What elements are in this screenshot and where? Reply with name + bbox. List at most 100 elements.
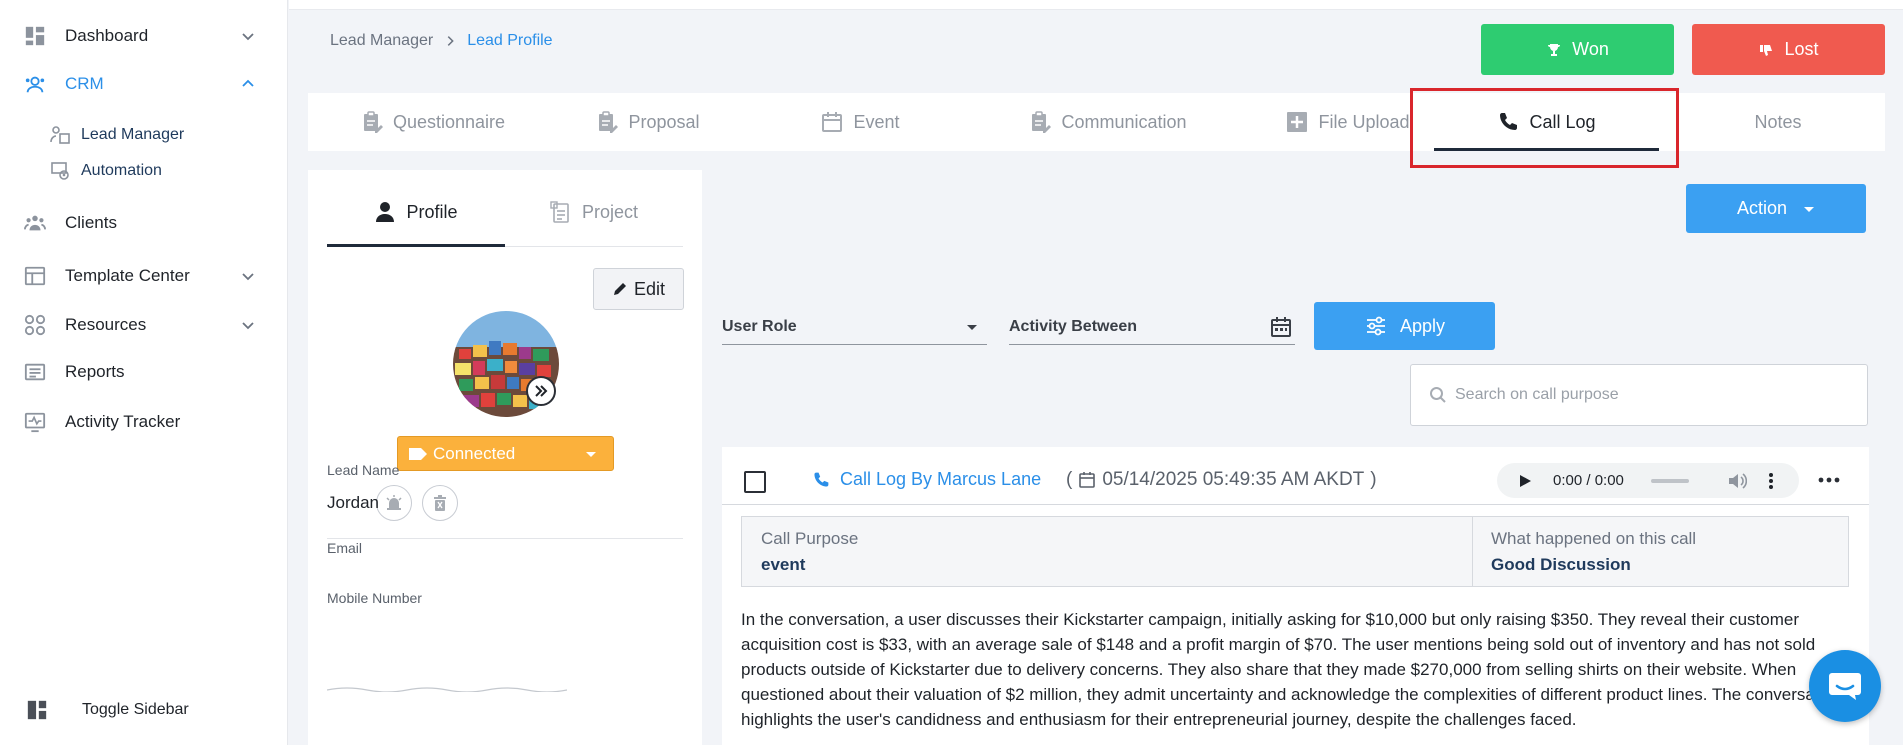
tag-icon: [409, 447, 427, 460]
trash-icon: [434, 495, 446, 511]
sidebar-item-template-center[interactable]: Template Center: [0, 256, 288, 296]
user-role-select[interactable]: User Role: [722, 310, 987, 345]
delete-button[interactable]: [422, 485, 458, 521]
action-label: Action: [1736, 198, 1788, 218]
tab-call-log[interactable]: Call Log: [1434, 93, 1659, 151]
paren-open: (: [1066, 469, 1073, 490]
sidebar-item-label: Template Center: [65, 266, 190, 285]
lost-button[interactable]: Lost: [1692, 24, 1885, 75]
pencil-icon: [613, 283, 626, 295]
lead-name-label: Lead Name: [327, 462, 400, 478]
sidebar-item-dashboard[interactable]: Dashboard: [0, 16, 288, 56]
sidebar-item-lead-manager[interactable]: Lead Manager: [0, 119, 288, 151]
toggle-sidebar-label: Toggle Sidebar: [82, 701, 189, 718]
sidebar-item-label: Resources: [65, 315, 147, 334]
sliders-icon: [1366, 316, 1385, 336]
play-icon[interactable]: [1517, 473, 1533, 489]
call-purpose-value: event: [761, 555, 806, 574]
activity-between-field[interactable]: Activity Between: [1009, 310, 1295, 345]
sidebar-item-automation[interactable]: Automation: [0, 155, 288, 187]
trophy-icon: [1548, 43, 1561, 56]
tab-project[interactable]: Project: [505, 192, 683, 232]
alarm-icon: [386, 495, 402, 510]
communication-icon: [1032, 111, 1052, 133]
sidebar-item-label: Automation: [81, 162, 162, 179]
tab-proposal[interactable]: Proposal: [558, 93, 738, 151]
email-label: Email: [327, 540, 363, 556]
top-bar: [289, 0, 1903, 10]
apply-button[interactable]: Apply: [1314, 302, 1495, 350]
tab-label: File Upload: [1318, 111, 1410, 132]
activity-between-label: Activity Between: [1009, 318, 1138, 335]
breadcrumb-lead-profile[interactable]: Lead Profile: [467, 32, 552, 50]
lead-status-dropdown[interactable]: Connected: [397, 436, 614, 471]
double-chevron-right-icon: [535, 385, 548, 397]
apply-label: Apply: [1399, 315, 1446, 336]
profile-card: Profile Project Edit Connected Lead Name…: [308, 170, 702, 745]
event-icon: [822, 112, 843, 132]
tab-questionnaire[interactable]: Questionnaire: [328, 93, 538, 151]
tab-divider: [505, 246, 683, 247]
sidebar-item-label: Reports: [65, 362, 125, 381]
call-log-datetime-text: 05/14/2025 05:49:35 AM AKDT: [1102, 469, 1365, 490]
call-log-title-text: Call Log By Marcus Lane: [840, 469, 1042, 489]
audio-progress-slider[interactable]: [1651, 478, 1689, 483]
sidebar-item-clients[interactable]: Clients: [0, 203, 288, 243]
phone-icon: [1500, 113, 1518, 130]
file-upload-icon: [1287, 112, 1308, 132]
call-outcome-label: What happened on this call: [1491, 529, 1697, 548]
call-log-title[interactable]: Call Log By Marcus Lane: [812, 469, 1041, 490]
lead-status-value: Connected: [433, 443, 516, 463]
more-horizontal-icon[interactable]: [1817, 471, 1841, 489]
won-button[interactable]: Won: [1481, 24, 1674, 75]
redacted-email-value: [327, 687, 567, 692]
call-details: Call Purpose event What happened on this…: [741, 516, 1849, 587]
tab-event[interactable]: Event: [778, 93, 943, 151]
toggle-sidebar-button[interactable]: Toggle Sidebar: [0, 690, 288, 730]
chevron-down-icon: [242, 322, 254, 330]
calendar-icon[interactable]: [1269, 315, 1293, 339]
select-checkbox[interactable]: [744, 471, 766, 493]
tab-file-upload[interactable]: File Upload: [1253, 93, 1443, 151]
alert-button[interactable]: [376, 485, 412, 521]
breadcrumb-lead-manager[interactable]: Lead Manager: [330, 32, 433, 50]
audio-player: 0:00 / 0:00: [1497, 463, 1799, 498]
active-tab-indicator: [1434, 148, 1659, 151]
clients-icon: [24, 215, 46, 231]
caret-down-icon: [1804, 206, 1815, 212]
tab-communication[interactable]: Communication: [998, 93, 1218, 151]
sidebar-item-label: CRM: [65, 74, 104, 93]
tab-profile[interactable]: Profile: [327, 192, 505, 232]
caret-down-icon: [967, 325, 977, 330]
active-tab-indicator: [327, 244, 505, 247]
thumbs-down-icon: [1760, 44, 1773, 56]
tab-label: Notes: [1754, 111, 1802, 132]
volume-icon[interactable]: [1727, 471, 1747, 491]
chevron-up-icon: [242, 79, 254, 87]
sidebar-item-label: Clients: [65, 213, 117, 232]
call-log-header: Call Log By Marcus Lane ( 05/14/2025 05:…: [722, 447, 1869, 505]
sidebar-item-reports[interactable]: Reports: [0, 352, 288, 392]
sidebar-item-activity-tracker[interactable]: Activity Tracker: [0, 402, 288, 442]
lead-manager-icon: [50, 126, 70, 144]
paren-close: ): [1370, 469, 1377, 490]
search-input[interactable]: [1455, 386, 1855, 404]
sidebar-item-resources[interactable]: Resources: [0, 305, 288, 345]
tab-label: Call Log: [1529, 111, 1596, 132]
action-button[interactable]: Action: [1686, 184, 1866, 233]
tab-label: Project: [581, 201, 639, 222]
mobile-number-label: Mobile Number: [327, 590, 422, 606]
profile-tab-bar: Questionnaire Proposal Event Communicati…: [308, 93, 1885, 151]
call-purpose-search: [1410, 364, 1868, 426]
avatar-expand-button[interactable]: [526, 376, 556, 406]
questionnaire-icon: [363, 111, 383, 133]
more-vertical-icon[interactable]: [1761, 471, 1781, 491]
edit-button[interactable]: Edit: [593, 268, 684, 310]
caret-down-icon: [586, 451, 596, 457]
tab-notes[interactable]: Notes: [1693, 93, 1863, 151]
sidebar-item-crm[interactable]: CRM: [0, 64, 288, 104]
chat-widget-button[interactable]: [1809, 650, 1881, 722]
automation-icon: [51, 162, 69, 180]
reports-icon: [24, 363, 46, 381]
call-log-datetime: ( 05/14/2025 05:49:35 AM AKDT ): [1066, 469, 1377, 491]
